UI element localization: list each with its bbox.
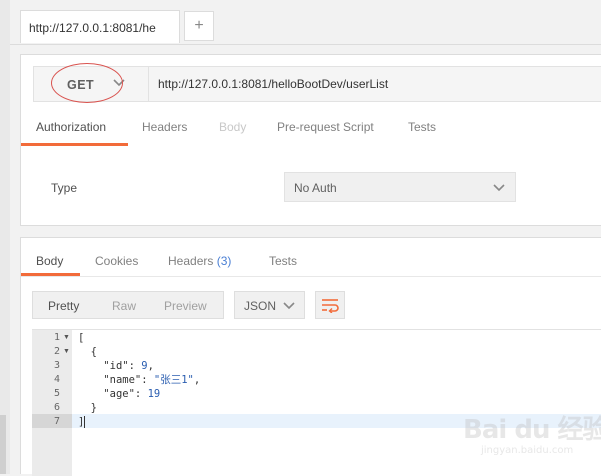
url-input[interactable] bbox=[158, 67, 588, 101]
format-value: JSON bbox=[244, 299, 277, 313]
view-preview-button[interactable]: Preview bbox=[164, 299, 207, 313]
code-line: [ bbox=[78, 332, 85, 344]
line-number: 7 bbox=[53, 416, 60, 427]
line-number: 5 bbox=[53, 388, 60, 399]
text-cursor bbox=[84, 416, 86, 428]
wrap-lines-icon bbox=[322, 299, 339, 313]
code-line: } bbox=[90, 402, 97, 414]
request-panel: GET Authorization Headers Body Pre-reque… bbox=[20, 54, 601, 226]
response-body-editor[interactable]: 1 ▼ 2 ▼ 3 4 5 6 7 [ { "id": 9, "name": "… bbox=[32, 329, 601, 476]
request-tab-title: http://127.0.0.1:8081/he bbox=[29, 21, 156, 35]
url-bar[interactable] bbox=[149, 66, 601, 102]
request-tab-bar: http://127.0.0.1:8081/he + bbox=[10, 0, 601, 45]
code-line: { bbox=[90, 346, 97, 358]
response-tab-body[interactable]: Body bbox=[36, 254, 63, 268]
response-tab-cookies[interactable]: Cookies bbox=[95, 254, 138, 268]
chevron-down-icon bbox=[113, 79, 125, 87]
headers-count-badge: (3) bbox=[216, 254, 232, 268]
method-label: GET bbox=[67, 78, 95, 92]
tab-tests[interactable]: Tests bbox=[408, 120, 436, 134]
response-tab-headers[interactable]: Headers (3) bbox=[168, 254, 231, 268]
view-pretty-button[interactable]: Pretty bbox=[48, 299, 79, 313]
chevron-down-icon bbox=[493, 184, 505, 192]
auth-type-label: Type bbox=[51, 181, 78, 195]
tab-authorization[interactable]: Authorization bbox=[36, 120, 106, 134]
request-tab[interactable]: http://127.0.0.1:8081/he bbox=[20, 10, 180, 43]
fold-arrow-icon[interactable]: ▼ bbox=[63, 334, 70, 341]
line-number: 4 bbox=[53, 374, 60, 385]
code-line: "age": 19 bbox=[103, 388, 161, 400]
tab-body[interactable]: Body bbox=[219, 120, 246, 134]
left-sidebar-edge bbox=[0, 0, 10, 474]
code-line: ] bbox=[78, 416, 86, 428]
response-tab-tests[interactable]: Tests bbox=[269, 254, 297, 268]
line-number: 6 bbox=[53, 402, 60, 413]
active-tab-indicator bbox=[21, 143, 128, 146]
add-tab-button[interactable]: + bbox=[184, 11, 214, 41]
code-content: [ { "id": 9, "name": "张三1", "age": 19 } … bbox=[74, 330, 601, 476]
code-line: "name": "张三1", bbox=[103, 374, 201, 386]
method-selector[interactable]: GET bbox=[33, 66, 149, 102]
sidebar-scrollbar[interactable] bbox=[0, 415, 6, 474]
line-number: 3 bbox=[53, 360, 60, 371]
response-tab-headers-label: Headers bbox=[168, 254, 214, 268]
active-response-tab-indicator bbox=[21, 273, 80, 276]
line-number: 2 bbox=[53, 346, 60, 357]
line-number: 1 bbox=[53, 332, 60, 343]
format-select[interactable]: JSON bbox=[234, 291, 305, 319]
fold-arrow-icon[interactable]: ▼ bbox=[63, 348, 70, 355]
response-tabs: Body Cookies Headers (3) Tests bbox=[21, 238, 601, 277]
chevron-down-icon bbox=[283, 302, 295, 310]
tab-headers[interactable]: Headers bbox=[142, 120, 187, 134]
auth-type-value: No Auth bbox=[294, 181, 337, 195]
auth-type-select[interactable]: No Auth bbox=[284, 172, 516, 202]
wrap-lines-button[interactable] bbox=[315, 291, 345, 319]
response-panel: Body Cookies Headers (3) Tests Pretty Ra… bbox=[20, 237, 601, 476]
request-tabs: Authorization Headers Body Pre-request S… bbox=[21, 112, 601, 146]
view-mode-group: Pretty Raw Preview bbox=[32, 291, 224, 319]
line-number-gutter: 1 ▼ 2 ▼ 3 4 5 6 7 bbox=[32, 330, 72, 476]
code-line: "id": 9, bbox=[103, 360, 154, 372]
view-raw-button[interactable]: Raw bbox=[112, 299, 136, 313]
tab-pre-request-script[interactable]: Pre-request Script bbox=[277, 120, 374, 134]
